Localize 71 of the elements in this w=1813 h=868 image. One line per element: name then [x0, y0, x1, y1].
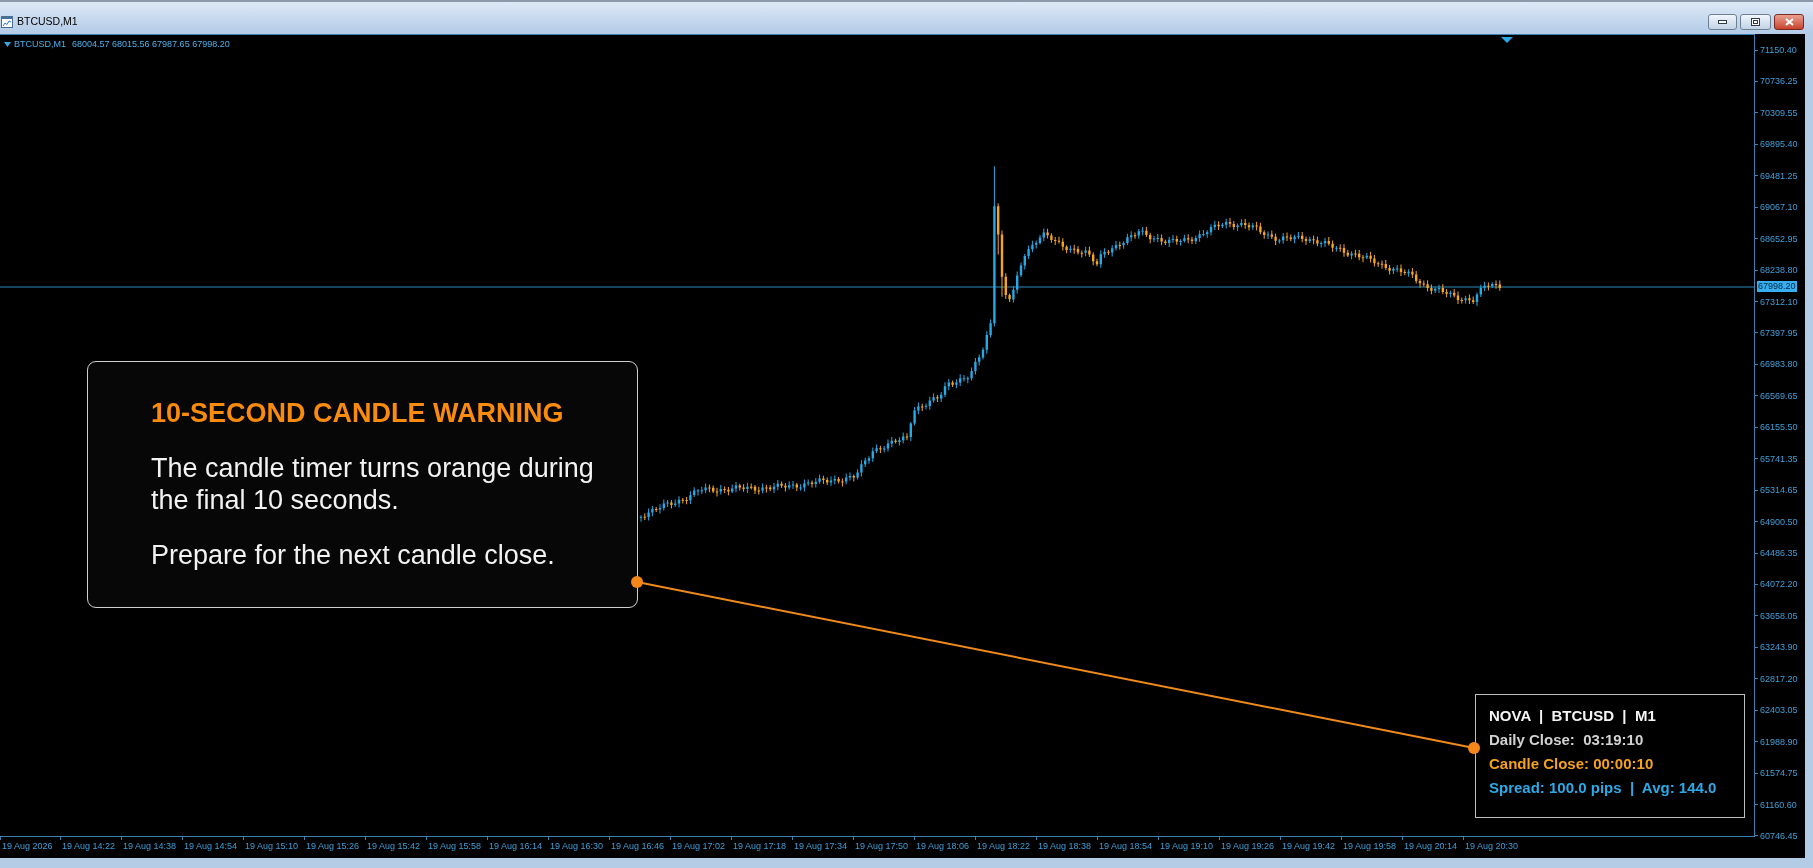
triangle-marker-icon	[1501, 37, 1513, 43]
time-label: 19 Aug 16:14	[489, 840, 543, 852]
ohlc-values: 68004.57 68015.56 67987.65 67998.20	[72, 38, 230, 50]
price-label: 64486.35	[1760, 547, 1798, 559]
time-label: 19 Aug 15:26	[306, 840, 360, 852]
caret-icon	[4, 41, 11, 47]
restore-button[interactable]	[1740, 13, 1771, 30]
price-label: 61160.60	[1760, 798, 1797, 811]
time-label: 19 Aug 15:42	[367, 840, 421, 852]
time-label: 19 Aug 19:10	[1160, 840, 1214, 852]
close-icon	[1784, 17, 1794, 26]
time-label: 19 Aug 16:46	[611, 840, 665, 852]
price-label: 67312.10	[1760, 295, 1798, 308]
time-label: 19 Aug 15:58	[428, 840, 482, 852]
spread-text: Spread: 100.0 pips | Avg: 144.0	[1489, 778, 1718, 798]
time-label: 19 Aug 18:22	[977, 840, 1031, 852]
time-label: 19 Aug 2026	[2, 840, 53, 852]
close-button[interactable]	[1774, 13, 1804, 30]
callout-title: 10-SECOND CANDLE WARNING	[151, 397, 565, 429]
price-label: 66983.80	[1760, 358, 1798, 371]
time-label: 19 Aug 19:58	[1343, 840, 1397, 852]
time-label: 19 Aug 18:38	[1038, 840, 1092, 852]
price-label: 68238.80	[1760, 264, 1798, 277]
daily-close-text: Daily Close: 03:19:10	[1489, 730, 1645, 750]
chart-window-icon	[1, 15, 13, 28]
price-label: 64900.50	[1760, 515, 1798, 528]
price-label: 71150.40	[1760, 44, 1797, 56]
time-label: 19 Aug 14:54	[184, 840, 238, 852]
price-label: 61574.75	[1760, 767, 1798, 780]
time-label: 19 Aug 17:34	[794, 840, 848, 852]
price-label: 62817.20	[1760, 672, 1798, 685]
time-label: 19 Aug 14:38	[123, 840, 177, 852]
info-panel-title: NOVA | BTCUSD | M1	[1489, 706, 1657, 726]
price-label: 63658.05	[1760, 609, 1798, 622]
callout-text: Prepare for the next candle close.	[151, 539, 556, 571]
price-label: 62403.05	[1760, 704, 1798, 717]
price-label: 70736.25	[1760, 75, 1798, 88]
price-label: 65741.35	[1760, 452, 1798, 465]
time-label: 19 Aug 20:14	[1404, 840, 1458, 852]
price-label: 64072.20	[1760, 578, 1798, 591]
window-title: BTCUSD,M1	[17, 15, 78, 28]
minimize-button[interactable]	[1708, 13, 1737, 30]
price-label: 67397.95	[1760, 326, 1798, 339]
price-label: 68652.95	[1760, 232, 1798, 245]
time-label: 19 Aug 19:42	[1282, 840, 1336, 852]
time-label: 19 Aug 20:30	[1465, 840, 1519, 852]
minimize-icon	[1718, 19, 1727, 24]
time-label: 19 Aug 14:22	[62, 840, 116, 852]
price-label: 63243.90	[1760, 641, 1798, 654]
time-label: 19 Aug 17:50	[855, 840, 909, 852]
symbol-label: BTCUSD,M1	[14, 38, 66, 50]
price-label: 69067.10	[1760, 201, 1798, 214]
candle-close-text: Candle Close: 00:00:10	[1489, 754, 1655, 774]
price-label: 65314.65	[1760, 484, 1798, 497]
restore-icon	[1751, 17, 1760, 26]
time-label: 19 Aug 19:26	[1221, 840, 1275, 852]
time-label: 19 Aug 15:10	[245, 840, 299, 852]
time-label: 19 Aug 16:30	[550, 840, 604, 852]
time-label: 19 Aug 18:06	[916, 840, 970, 852]
current-price-label: 67998.20	[1757, 281, 1797, 292]
time-label: 19 Aug 17:18	[733, 840, 787, 852]
price-label: 69895.40	[1760, 138, 1798, 151]
callout-text: The candle timer turns orange during the final 10 seconds.	[151, 452, 595, 516]
price-label: 61988.90	[1760, 735, 1798, 748]
price-label: 66569.65	[1760, 389, 1798, 402]
price-label: 60746.45	[1760, 829, 1798, 842]
time-label: 19 Aug 18:54	[1099, 840, 1153, 852]
price-label: 70309.55	[1760, 106, 1798, 119]
price-label: 66155.50	[1760, 421, 1798, 434]
price-label: 69481.25	[1760, 169, 1798, 182]
time-label: 19 Aug 17:02	[672, 840, 726, 852]
